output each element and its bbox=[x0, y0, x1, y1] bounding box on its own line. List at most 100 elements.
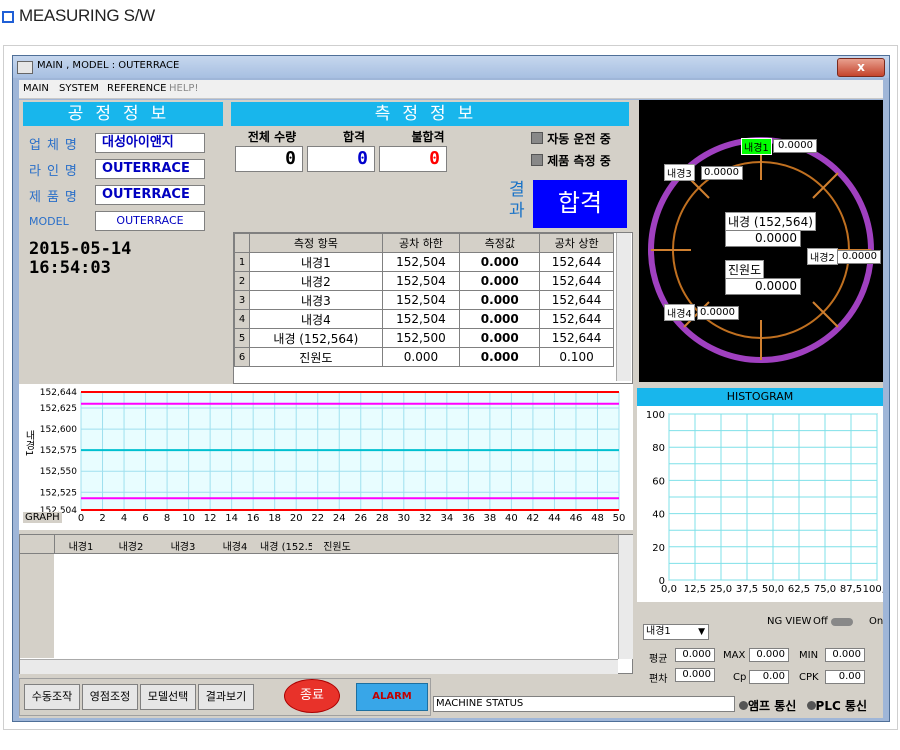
pass-count: 0 bbox=[307, 146, 375, 172]
cell-value: 0.000 bbox=[459, 347, 541, 367]
cell-low: 152,504 bbox=[381, 271, 461, 291]
cell-item: 내경4 bbox=[249, 309, 383, 329]
row-number: 5 bbox=[234, 328, 251, 348]
company-field[interactable]: 대성아이앤지 bbox=[95, 133, 205, 153]
item-select[interactable]: 내경1 ▼ bbox=[643, 624, 709, 640]
x-tick-label: 37,5 bbox=[736, 584, 758, 595]
result-label-1: 결 bbox=[509, 180, 525, 200]
fail-count-label: 불합격 bbox=[411, 130, 445, 144]
roundness-value: 0.0000 bbox=[725, 278, 801, 295]
x-tick-label: 8 bbox=[164, 513, 170, 524]
cell-low: 0.000 bbox=[381, 347, 461, 367]
row-number: 4 bbox=[234, 309, 251, 329]
cell-low: 152,500 bbox=[381, 328, 461, 348]
cell-item: 내경1 bbox=[249, 252, 383, 272]
menu-main[interactable]: MAIN bbox=[23, 83, 49, 94]
item-select-value: 내경1 bbox=[646, 626, 671, 637]
title-bar: MAIN , MODEL : OUTERRACE x bbox=[13, 56, 889, 78]
y-tick-label: 152,525 bbox=[40, 488, 77, 498]
alarm-button[interactable]: ALARM bbox=[356, 683, 428, 711]
x-tick-label: 44 bbox=[548, 513, 561, 524]
x-tick-label: 28 bbox=[376, 513, 389, 524]
ng-view-toggle[interactable] bbox=[831, 618, 853, 626]
table-row[interactable]: 4 내경4 152,504 0.000 152,644 bbox=[234, 309, 614, 329]
measure-table: 측정 항목 공차 하한 측정값 공차 상한 1 내경1 152,504 0.000 15… bbox=[234, 233, 614, 367]
cell-high: 0.100 bbox=[539, 347, 614, 367]
date-value: 2015-05-14 bbox=[29, 239, 132, 259]
y-tick-label: 0 bbox=[659, 576, 665, 587]
measure-table-container: 측정 항목 공차 하한 측정값 공차 상한 1 내경1 152,504 0.000 15… bbox=[233, 232, 633, 384]
time-value: 16:54:03 bbox=[29, 258, 111, 278]
table-scrollbar[interactable] bbox=[616, 233, 631, 381]
x-tick-label: 42 bbox=[527, 513, 540, 524]
id1-value: 0.0000 bbox=[773, 139, 817, 153]
grid-col-1: 내경1 bbox=[68, 542, 94, 553]
grid-hscroll[interactable] bbox=[20, 659, 618, 674]
y-tick-label: 20 bbox=[652, 543, 665, 554]
cp-value: 0.00 bbox=[749, 670, 789, 684]
cell-item: 진원도 bbox=[249, 347, 383, 367]
x-tick-label: 30 bbox=[397, 513, 410, 524]
menu-help[interactable]: HELP! bbox=[169, 83, 198, 94]
product-field[interactable]: OUTERRACE bbox=[95, 185, 205, 205]
row-number: 6 bbox=[234, 347, 251, 367]
x-tick-label: 10 bbox=[182, 513, 195, 524]
process-info-header: 공정정보 bbox=[23, 102, 223, 126]
id2-value: 0.0000 bbox=[837, 250, 881, 264]
trend-chart-svg: 0 2 4 6 8 10 12 14 16 18 20 22 24 26 28 30 32 34 36 38 40 42 4… bbox=[40, 388, 626, 524]
view-results-button[interactable]: 결과보기 bbox=[198, 684, 254, 710]
table-row[interactable]: 6 진원도 0.000 0.000 0.100 bbox=[234, 347, 614, 367]
x-tick-label: 2 bbox=[99, 513, 105, 524]
product-label: 제품명 bbox=[29, 190, 83, 205]
close-button[interactable]: x bbox=[837, 58, 885, 77]
cpk-label: CPK bbox=[799, 672, 819, 683]
line-label: 라인명 bbox=[29, 164, 83, 179]
model-field[interactable]: OUTERRACE bbox=[95, 211, 205, 231]
center-value: 0.0000 bbox=[725, 230, 801, 247]
table-row[interactable]: 3 내경3 152,504 0.000 152,644 bbox=[234, 290, 614, 310]
x-tick-label: 26 bbox=[354, 513, 367, 524]
manual-control-button[interactable]: 수동조작 bbox=[24, 684, 80, 710]
dev-label: 편차 bbox=[649, 674, 668, 685]
table-row[interactable]: 5 내경 (152,564) 152,500 0.000 152,644 bbox=[234, 328, 614, 348]
x-tick-label: 36 bbox=[462, 513, 475, 524]
max-label: MAX bbox=[723, 650, 746, 661]
max-value: 0.000 bbox=[749, 648, 789, 662]
line-field[interactable]: OUTERRACE bbox=[95, 159, 205, 179]
id4-label: 내경4 bbox=[664, 304, 695, 321]
table-row[interactable]: 2 내경2 152,504 0.000 152,644 bbox=[234, 271, 614, 291]
grid-vscroll[interactable] bbox=[618, 535, 633, 659]
cell-value: 0.000 bbox=[459, 252, 541, 272]
grid-col-2: 내경2 bbox=[118, 542, 144, 553]
app-window: MAIN , MODEL : OUTERRACE x MAIN SYSTEM R… bbox=[12, 55, 890, 722]
cell-value: 0.000 bbox=[459, 290, 541, 310]
comm-status: 앰프 통신 PLC 통신 bbox=[739, 697, 867, 714]
table-row[interactable]: 1 내경1 152,504 0.000 152,644 bbox=[234, 252, 614, 272]
cp-label: Cp bbox=[733, 672, 747, 683]
plc-comm-label: PLC 통신 bbox=[815, 699, 868, 713]
end-button[interactable]: 종료 bbox=[284, 679, 340, 713]
app-icon bbox=[17, 61, 33, 74]
menu-system[interactable]: SYSTEM bbox=[59, 83, 99, 94]
cell-high: 152,644 bbox=[539, 309, 614, 329]
cell-item: 내경3 bbox=[249, 290, 383, 310]
x-tick-label: 75,0 bbox=[814, 584, 836, 595]
data-grid: 내경1 내경2 내경3 내경4 내경 (152.5 진원도 bbox=[19, 534, 633, 674]
x-tick-label: 22 bbox=[311, 513, 324, 524]
result-display: 합격 bbox=[533, 180, 627, 228]
table-corner bbox=[234, 233, 251, 253]
zero-adjust-button[interactable]: 영점조정 bbox=[82, 684, 138, 710]
table-header-row: 측정 항목 공차 하한 측정값 공차 상한 bbox=[234, 233, 614, 253]
menu-reference[interactable]: REFERENCE bbox=[107, 83, 166, 94]
x-tick-label: 24 bbox=[333, 513, 346, 524]
x-tick-label: 6 bbox=[142, 513, 148, 524]
cpk-value: 0.00 bbox=[825, 670, 865, 684]
model-select-button[interactable]: 모델선택 bbox=[140, 684, 196, 710]
x-tick-label: 32 bbox=[419, 513, 432, 524]
x-tick-label: 25,0 bbox=[710, 584, 732, 595]
y-tick-label: 152,600 bbox=[40, 425, 77, 435]
roundness-label: 진원도 bbox=[725, 260, 765, 279]
ng-view-off: Off bbox=[813, 616, 828, 627]
fail-count: 0 bbox=[379, 146, 447, 172]
x-tick-label: 38 bbox=[484, 513, 497, 524]
